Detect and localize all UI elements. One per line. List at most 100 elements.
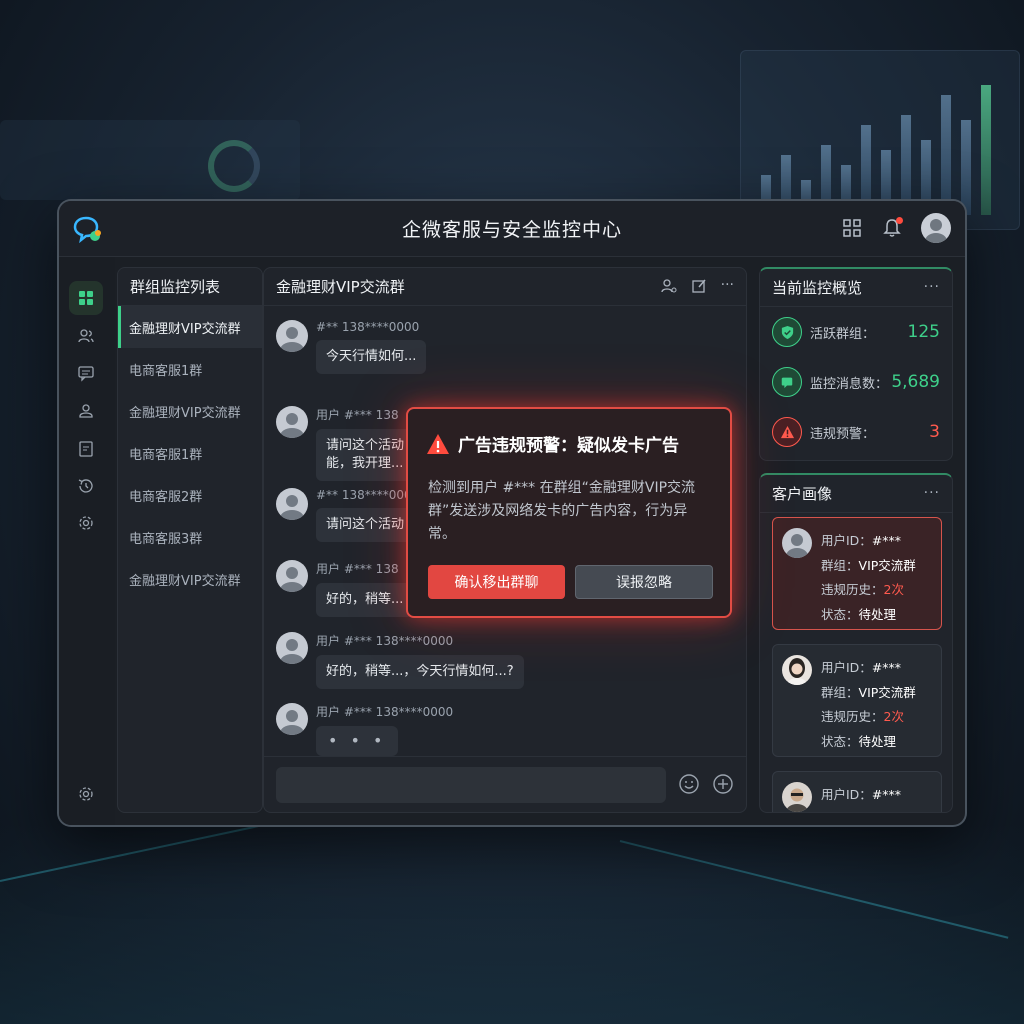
stat-value: 3 (929, 422, 940, 442)
warning-icon (427, 433, 449, 454)
status-value: 待处理 (858, 606, 897, 622)
dashboard-icon[interactable] (69, 281, 103, 315)
violation-count: 2次 (883, 709, 904, 724)
chat-message: 用户 #*** 138 请问这个活动 能，我开理... (276, 406, 415, 481)
notification-bell-icon[interactable] (881, 217, 903, 239)
side-nav-rail (59, 257, 115, 825)
emoji-icon[interactable] (678, 773, 700, 795)
group-item[interactable]: 电商客服1群 (118, 432, 262, 474)
more-options-icon[interactable]: ··· (924, 485, 940, 501)
user-id: #*** (871, 787, 902, 802)
group-item[interactable]: 金融理财VIP交流群 (118, 390, 262, 432)
ignore-false-alarm-button[interactable]: 误报忽略 (575, 565, 713, 599)
member-settings-icon[interactable] (660, 278, 677, 294)
avatar (782, 782, 812, 812)
report-icon[interactable] (69, 432, 103, 466)
field-label: 用户ID： (821, 533, 872, 548)
typing-indicator: • • • (316, 726, 399, 756)
messages-stat: 监控消息数： 5,689 (772, 365, 940, 399)
customer-card[interactable]: 用户ID：#*** 群组：VIP交流群 违规历史：2次 状态：待处理 (772, 517, 942, 630)
chat-message: #** 138****000 请问这个活动 (276, 488, 415, 542)
chat-input[interactable] (276, 767, 666, 803)
stat-label: 违规预警： (810, 426, 876, 442)
field-label: 群组： (821, 684, 859, 700)
group-monitor-list: 群组监控列表 金融理财VIP交流群 电商客服1群 金融理财VIP交流群 电商客服… (117, 267, 263, 813)
message-bubble: 好的，稍等...，今天行情如何...? (316, 655, 524, 689)
group-item[interactable]: 电商客服1群 (118, 348, 262, 390)
more-options-icon[interactable]: ··· (924, 279, 940, 295)
background-line (619, 840, 1009, 939)
violation-alert-stat: 违规预警： 3 (772, 415, 940, 449)
avatar (782, 528, 812, 558)
history-icon[interactable] (69, 469, 103, 503)
chat-message: #** 138****0000 今天行情如何... (276, 320, 427, 374)
chat-input-bar (264, 756, 746, 812)
message-sender: 用户 #*** 138 (316, 408, 399, 422)
message-sender: 用户 #*** 138****0000 (316, 705, 454, 719)
avatar (276, 320, 308, 352)
stat-label: 监控消息数： (810, 376, 889, 392)
customer-card[interactable]: 用户ID：#*** (772, 771, 942, 812)
field-label: 状态： (821, 606, 859, 622)
message-sender: #** 138****0000 (316, 320, 420, 334)
confirm-remove-button[interactable]: 确认移出群聊 (428, 565, 565, 599)
customer-card[interactable]: 用户ID：#*** 群组：VIP交流群 违规历史：2次 状态：待处理 (772, 644, 942, 757)
app-title: 企微客服与安全监控中心 (401, 219, 622, 241)
settings-icon[interactable] (69, 506, 103, 540)
status-value: 待处理 (858, 733, 897, 749)
grid-icon[interactable] (841, 217, 863, 239)
user-id: #*** (871, 660, 902, 675)
contacts-icon[interactable] (69, 319, 103, 353)
chat-message: 用户 #*** 138****0000 好的，稍等...，今天行情如何...? (276, 632, 524, 689)
alert-message: 检测到用户 #*** 在群组“金融理财VIP交流群”发送涉及网络发卡的广告内容，… (428, 480, 696, 542)
ad-violation-alert-dialog: 广告违规预警：疑似发卡广告 检测到用户 #*** 在群组“金融理财VIP交流群”… (406, 407, 732, 618)
message-sender: 用户 #*** 138 (316, 562, 399, 576)
field-label: 状态： (821, 733, 859, 749)
stat-value: 125 (907, 322, 940, 342)
stat-value: 5,689 (891, 372, 940, 392)
user-id: #*** (871, 533, 902, 548)
message-line: 请问这个活动 (326, 438, 405, 453)
violation-count: 2次 (883, 582, 904, 597)
field-label: 用户ID： (821, 660, 872, 675)
cloud-user-icon[interactable] (69, 394, 103, 428)
edit-icon[interactable] (691, 278, 707, 294)
message-bubble: 好的，稍等... (316, 583, 414, 617)
bottom-settings-icon[interactable] (69, 777, 103, 811)
chat-message: 用户 #*** 138 好的，稍等... (276, 560, 414, 617)
chat-logo-icon (73, 216, 101, 243)
avatar (276, 406, 308, 438)
message-bubble: 今天行情如何... (316, 340, 427, 374)
group-item[interactable]: 电商客服3群 (118, 516, 262, 558)
group-name: VIP交流群 (858, 557, 916, 573)
avatar (276, 488, 308, 520)
avatar (276, 632, 308, 664)
avatar (276, 560, 308, 592)
more-options-icon[interactable]: ··· (721, 278, 734, 294)
avatar (276, 703, 308, 735)
field-label: 违规历史： (821, 582, 884, 597)
field-label: 违规历史： (821, 709, 884, 724)
message-stat-icon (772, 367, 802, 397)
shield-icon (772, 317, 802, 347)
chat-message: 用户 #*** 138****0000 • • • (276, 703, 453, 756)
avatar (782, 655, 812, 685)
group-item[interactable]: 金融理财VIP交流群 (118, 558, 262, 600)
title-bar: 企微客服与安全监控中心 (59, 201, 965, 257)
active-groups-stat: 活跃群组： 125 (772, 315, 940, 349)
background-panel (0, 120, 300, 200)
notification-dot (896, 217, 903, 224)
user-avatar[interactable] (921, 213, 951, 243)
background-floor (0, 824, 1024, 1024)
add-icon[interactable] (712, 773, 734, 795)
message-icon[interactable] (69, 356, 103, 390)
group-item[interactable]: 金融理财VIP交流群 (118, 306, 262, 348)
message-sender: 用户 #*** 138****0000 (316, 634, 454, 648)
message-bubble: 请问这个活动 (316, 508, 415, 542)
group-list-title: 群组监控列表 (118, 268, 262, 306)
message-sender: #** 138****000 (316, 488, 412, 502)
field-label: 群组： (821, 557, 859, 573)
monitor-overview-panel: 当前监控概览 ··· 活跃群组： 125 监控消息数： 5,689 违规预警： … (759, 267, 953, 461)
group-item[interactable]: 电商客服2群 (118, 474, 262, 516)
message-bubble: 请问这个活动 能，我开理... (316, 429, 415, 481)
